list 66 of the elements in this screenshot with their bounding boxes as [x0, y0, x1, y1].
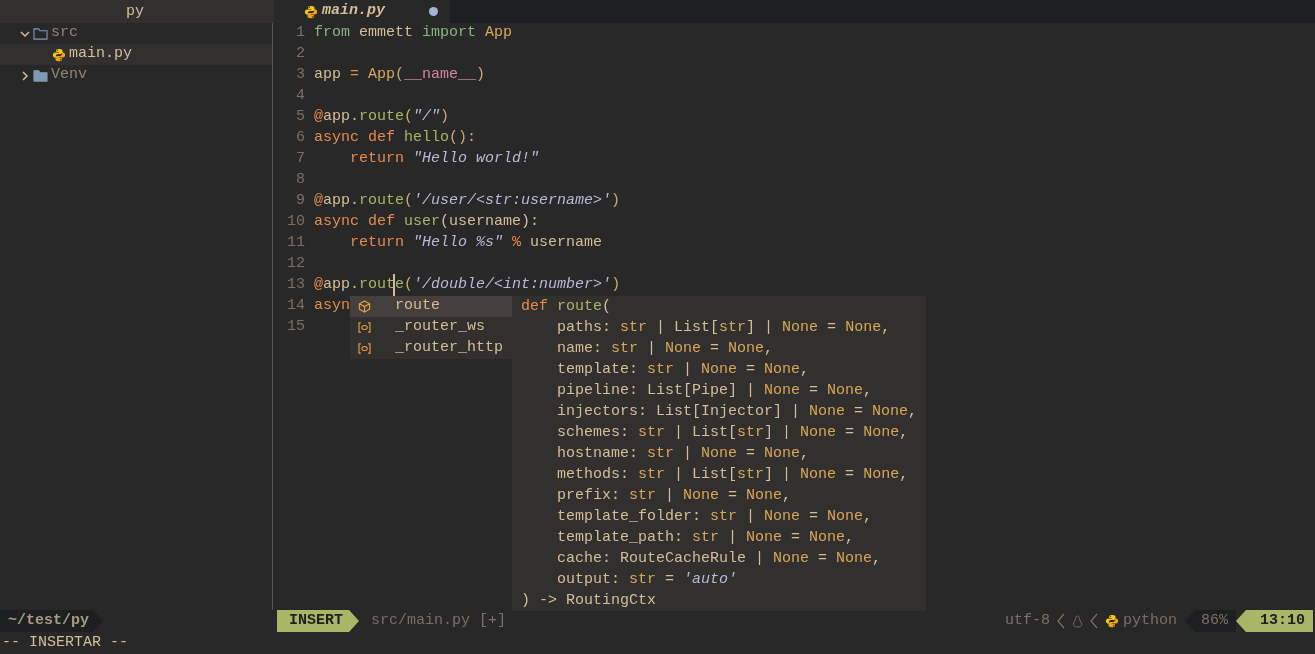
field-icon [358, 343, 371, 354]
line-number: 12 [286, 254, 305, 275]
signature-line: def route( [521, 297, 612, 317]
cwd-segment: ~/test/py [0, 610, 103, 632]
code-line: async def user(username): [314, 212, 540, 233]
line-number: 3 [295, 65, 305, 86]
code-line: from emmett import App [314, 23, 513, 44]
editor-tab[interactable]: main.py [274, 0, 450, 23]
folder-icon [33, 69, 48, 82]
signature-line: output: str = 'auto' [556, 570, 738, 590]
completion-item[interactable]: route [350, 296, 512, 317]
signature-line: template_path: str | None = None, [556, 528, 855, 548]
signature-line: template: str | None = None, [556, 360, 810, 380]
signature-line: pipeline: List[Pipe] | None = None, [556, 381, 873, 401]
code-line: return "Hello %s" % username [349, 233, 603, 254]
filetype-label: python [1122, 610, 1177, 631]
signature-line: methods: str | List[str] | None = None, [556, 465, 909, 485]
signature-line: hostname: str | None = None, [556, 444, 810, 464]
code-line: @app.route('/user/<str:username>') [314, 191, 621, 212]
penguin-icon [1071, 614, 1083, 628]
line-number: 11 [286, 233, 305, 254]
line-number: 1 [295, 23, 305, 44]
field-icon [358, 322, 371, 333]
encoding-label: utf-8 [1004, 610, 1050, 631]
cursor-position: 13:10 [1236, 610, 1313, 632]
mode-indicator: INSERT [277, 610, 359, 632]
signature-line: prefix: str | None = None, [556, 486, 792, 506]
line-number: 8 [295, 170, 305, 191]
command-line: -- INSERTAR -- [1, 632, 129, 653]
tree-item[interactable]: Venv [0, 65, 272, 86]
python-icon [1104, 614, 1119, 628]
line-number: 7 [295, 149, 305, 170]
completion-item[interactable]: _router_ws [350, 317, 512, 338]
line-number: 15 [286, 317, 305, 338]
line-number: 2 [295, 44, 305, 65]
signature-line: schemes: str | List[str] | None = None, [556, 423, 909, 443]
code-line: app = App(__name__) [314, 65, 486, 86]
separator-icon [1056, 613, 1065, 629]
line-number: 9 [295, 191, 305, 212]
line-number: 4 [295, 86, 305, 107]
code-line: return "Hello world!" [349, 149, 540, 170]
signature-line: injectors: List[Injector] | None = None, [556, 402, 918, 422]
code-line: async def hello(): [314, 128, 477, 149]
python-icon [52, 47, 66, 62]
scroll-percent: 86% [1184, 610, 1236, 632]
line-number: 10 [286, 212, 305, 233]
signature-line: ) -> RoutingCtx [521, 591, 657, 611]
file-path: src/main.py [+] [371, 610, 507, 631]
tree-item[interactable]: src [0, 23, 272, 44]
line-number: 6 [295, 128, 305, 149]
code-line: asyn [314, 296, 350, 317]
signature-line: template_folder: str | None = None, [556, 507, 873, 527]
line-number: 13 [286, 275, 305, 296]
folder-icon [33, 27, 48, 40]
tree-item[interactable]: main.py [0, 44, 272, 65]
separator-icon [1089, 613, 1098, 629]
signature-line: name: str | None = None, [556, 339, 774, 359]
signature-line: paths: str | List[str] | None = None, [556, 318, 891, 338]
signature-line: cache: RouteCacheRule | None = None, [556, 549, 882, 569]
completion-item[interactable]: _router_http [350, 338, 512, 359]
code-line: @app.route("/") [314, 107, 450, 128]
line-number: 5 [295, 107, 305, 128]
line-number: 14 [286, 296, 305, 317]
cube-icon [358, 300, 371, 313]
panel-title: py [0, 0, 270, 23]
python-icon [304, 4, 318, 19]
